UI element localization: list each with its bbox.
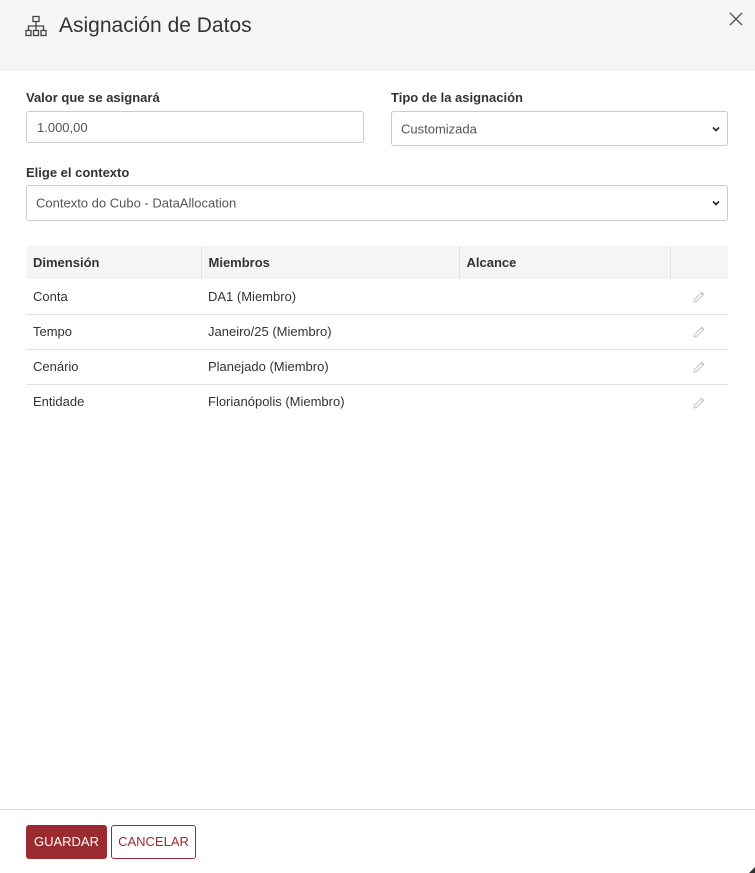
resize-handle-icon[interactable] — [749, 867, 755, 873]
column-header-members: Miembros — [201, 246, 460, 279]
cancel-button[interactable]: CANCELAR — [111, 825, 196, 859]
chevron-down-icon — [712, 200, 720, 206]
dialog-title: Asignación de Datos — [59, 14, 252, 37]
column-header-scope: Alcance — [459, 246, 671, 279]
context-select[interactable]: Contexto do Cubo - DataAllocation — [26, 185, 728, 221]
cell-dimension: Conta — [26, 279, 201, 315]
data-allocation-dialog: Asignación de Datos Valor que se asignar… — [0, 0, 755, 873]
cell-members: Florianópolis (Miembro) — [208, 394, 345, 410]
dimensions-table: Dimensión Miembros Alcance Conta DA1 (Mi… — [26, 246, 728, 419]
cell-scope — [459, 384, 670, 419]
pencil-icon[interactable] — [692, 396, 706, 410]
type-label: Tipo de la asignación — [391, 90, 523, 105]
save-button[interactable]: GUARDAR — [26, 825, 107, 859]
pencil-icon[interactable] — [692, 360, 706, 374]
cell-scope — [459, 349, 670, 385]
cell-dimension: Cenário — [26, 349, 201, 385]
context-label: Elige el contexto — [26, 165, 130, 180]
pencil-icon[interactable] — [692, 325, 706, 339]
cell-scope — [459, 314, 670, 350]
cell-actions — [670, 314, 728, 350]
column-header-dimension: Dimensión — [26, 246, 202, 279]
pencil-icon[interactable] — [692, 290, 706, 304]
cell-dimension: Entidade — [33, 394, 85, 410]
cell-actions — [670, 279, 728, 315]
value-input[interactable] — [26, 111, 364, 143]
footer-divider — [0, 809, 755, 810]
cell-members: Janeiro/25 (Miembro) — [201, 314, 459, 350]
cell-members: Planejado (Miembro) — [201, 349, 459, 385]
close-icon[interactable] — [727, 10, 745, 28]
cell-scope — [459, 279, 670, 315]
table-row: Tempo Janeiro/25 (Miembro) — [26, 314, 728, 350]
cell-members: DA1 (Miembro) — [201, 279, 459, 315]
dialog-header: Asignación de Datos — [0, 0, 755, 71]
type-select-value: Customizada — [401, 121, 477, 136]
cell-actions — [670, 384, 728, 419]
cell-actions — [670, 349, 728, 385]
type-select[interactable]: Customizada — [391, 111, 728, 146]
table-row: Entidade Florianópolis (Miembro) — [26, 384, 728, 419]
column-header-actions — [670, 246, 728, 279]
table-row: Conta DA1 (Miembro) — [26, 279, 728, 315]
table-row: Cenário Planejado (Miembro) — [26, 349, 728, 385]
value-label: Valor que se asignará — [26, 90, 160, 105]
chevron-down-icon — [712, 126, 720, 132]
table-header-row: Dimensión Miembros Alcance — [26, 246, 728, 279]
context-select-value: Contexto do Cubo - DataAllocation — [36, 195, 237, 211]
sitemap-icon — [25, 15, 47, 37]
cell-dimension: Tempo — [26, 314, 201, 350]
